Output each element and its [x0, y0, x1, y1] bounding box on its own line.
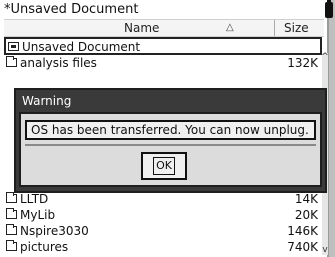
ok-button-label: OK: [153, 157, 175, 175]
name-column-header[interactable]: Name: [124, 20, 159, 36]
list-item-label: Unsaved Document: [22, 40, 141, 54]
dialog-message: OS has been transferred. You can now unp…: [25, 120, 316, 140]
document-icon: [8, 42, 19, 51]
list-item[interactable]: pictures 740K: [4, 239, 322, 255]
warning-dialog: Warning OS has been transferred. You can…: [14, 88, 327, 193]
sort-ascending-icon[interactable]: △: [226, 20, 234, 36]
list-item-label: LLTD: [20, 192, 49, 206]
dialog-title: Warning: [22, 94, 72, 108]
list-item[interactable]: Nspire3030 146K: [4, 223, 322, 239]
column-divider: [274, 20, 275, 36]
list-item[interactable]: LLTD 14K: [4, 191, 322, 207]
list-item-label: Nspire3030: [20, 224, 89, 238]
scroll-down-icon[interactable]: v: [320, 245, 330, 255]
document-title: *Unsaved Document: [4, 2, 139, 17]
folder-icon: [6, 224, 17, 235]
dialog-separator: [25, 144, 316, 146]
list-item-size: 20K: [294, 208, 318, 222]
dialog-body: OS has been transferred. You can now unp…: [19, 112, 322, 187]
folder-icon: [6, 240, 17, 251]
folder-icon: [6, 56, 17, 67]
list-item-label: pictures: [20, 240, 69, 254]
list-item-size: 132K: [287, 56, 318, 70]
folder-icon: [6, 208, 17, 219]
list-item-size: 14K: [294, 192, 318, 206]
list-item-size: 740K: [287, 240, 318, 254]
list-item-label: analysis files: [20, 56, 97, 70]
list-item[interactable]: Unsaved Document: [4, 37, 322, 55]
battery-icon: [325, 0, 333, 18]
list-item-label: MyLib: [20, 208, 56, 222]
list-item[interactable]: analysis files 132K: [4, 55, 322, 71]
ok-button[interactable]: OK: [141, 152, 187, 180]
size-column-header[interactable]: Size: [284, 20, 309, 36]
list-item-size: 146K: [287, 224, 318, 238]
file-list-header: Name △ Size: [4, 19, 324, 37]
list-item[interactable]: MyLib 20K: [4, 207, 322, 223]
folder-icon: [6, 192, 17, 203]
scroll-up-icon[interactable]: ^: [320, 52, 330, 62]
